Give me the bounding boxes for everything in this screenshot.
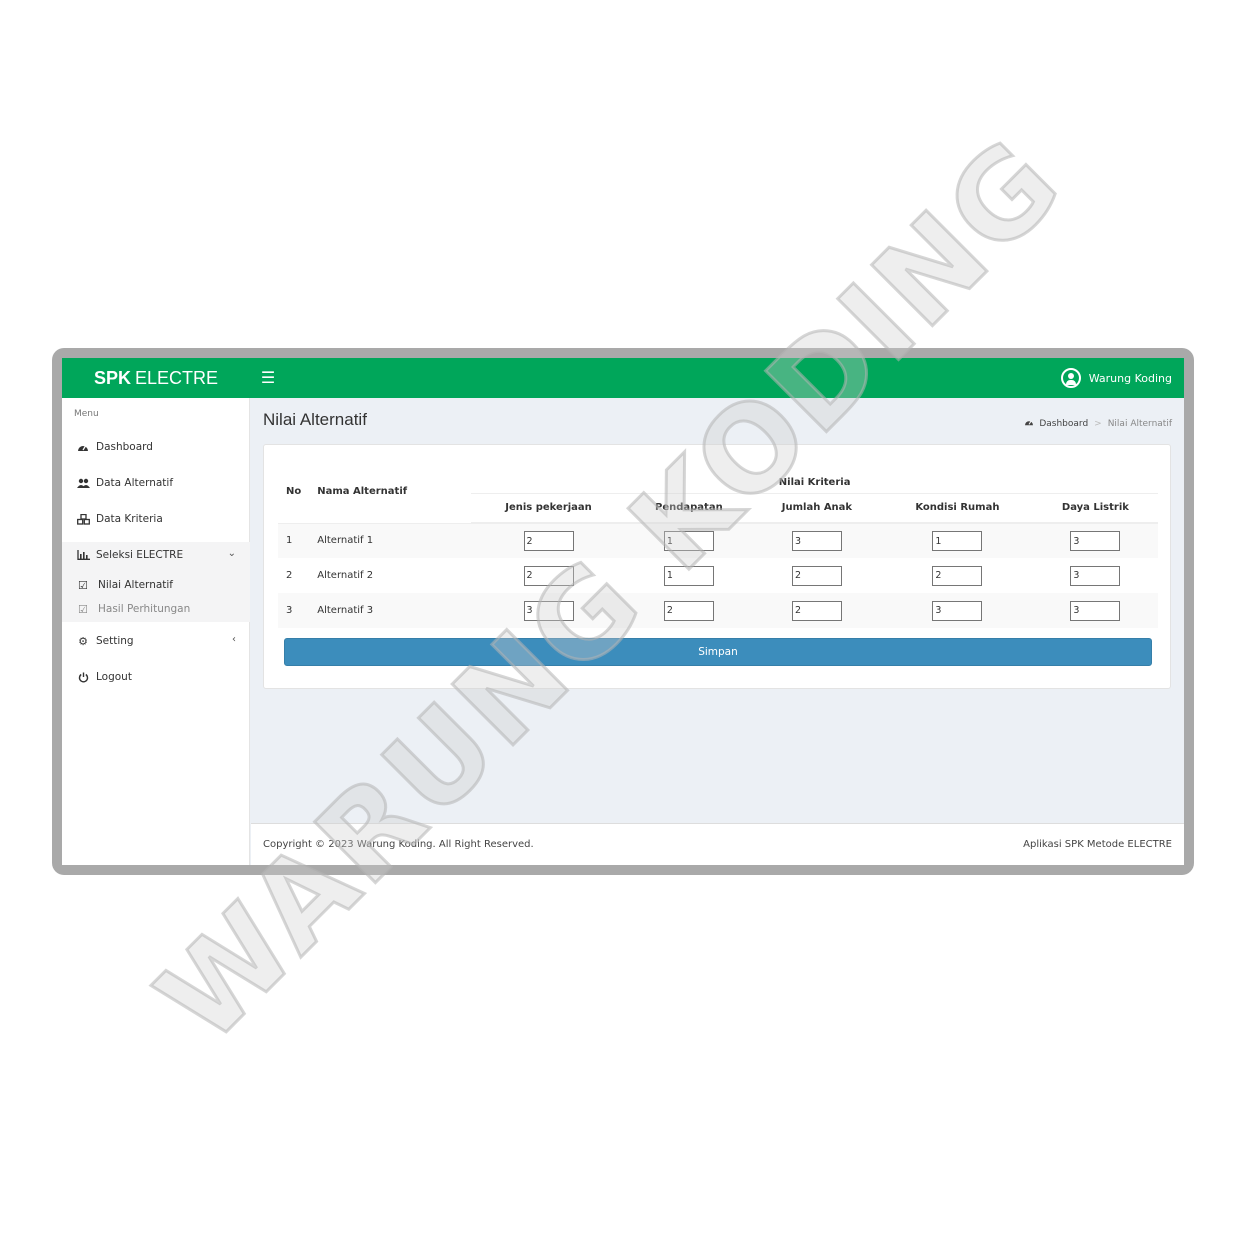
breadcrumb-separator: > (1094, 418, 1102, 429)
cell-no: 2 (286, 570, 293, 581)
value-input[interactable] (1070, 531, 1121, 551)
chevron-down-icon: ⌄ (227, 548, 236, 559)
sidebar: Menu Dashboard Data Alternatif Data Krit… (62, 398, 250, 865)
app-logo[interactable]: SPK ELECTRE (62, 358, 250, 398)
sidebar-item-data-alternatif[interactable]: Data Alternatif (62, 470, 250, 496)
cell-name: Alternatif 3 (309, 593, 472, 628)
sidebar-item-label: Data Kriteria (96, 513, 163, 525)
breadcrumb-current: Nilai Alternatif (1107, 418, 1172, 429)
chevron-left-icon: ‹ (232, 634, 236, 645)
value-input[interactable] (932, 600, 983, 621)
value-input[interactable] (523, 565, 574, 586)
top-navbar: SPK ELECTRE ☰ Warung Koding (62, 358, 1184, 398)
sidebar-item-logout[interactable]: Logout (62, 664, 250, 690)
users-icon (76, 477, 90, 489)
footer: Copyright © 2023 Warung Koding. All Righ… (251, 823, 1184, 865)
dashboard-icon (1024, 418, 1034, 429)
app-screen: SPK ELECTRE ☰ Warung Koding Menu Dashboa… (62, 358, 1184, 865)
value-input[interactable] (523, 600, 574, 621)
cell-name: Alternatif 1 (309, 523, 472, 558)
power-icon (76, 671, 90, 683)
sidebar-menu-label: Menu (74, 409, 99, 419)
bar-chart-icon (76, 549, 90, 561)
sidebar-item-label: Setting (96, 635, 134, 647)
value-input[interactable] (791, 600, 842, 621)
table-row: 3 Alternatif 3 (278, 593, 1158, 628)
save-button[interactable]: Simpan (284, 638, 1152, 666)
col-header-criteria: Jumlah Anak (751, 493, 882, 524)
form-box: No Nama Alternatif Nilai Kriteria Jenis … (263, 444, 1171, 689)
col-header-name: Nama Alternatif (309, 461, 472, 524)
col-header-group: Nilai Kriteria (471, 461, 1158, 494)
table-row: 2 Alternatif 2 (278, 558, 1158, 593)
content-area: Nilai Alternatif Dashboard > Nilai Alter… (251, 398, 1184, 823)
footer-app-name: Aplikasi SPK Metode ELECTRE (1023, 839, 1172, 850)
user-menu[interactable]: Warung Koding (1060, 367, 1172, 389)
col-header-criteria: Kondisi Rumah (881, 493, 1033, 524)
logo-bold: SPK (93, 367, 131, 388)
logo-rest: ELECTRE (134, 367, 219, 388)
footer-copyright: Copyright © 2023 Warung Koding. All Righ… (263, 839, 534, 850)
cell-no: 1 (278, 523, 310, 558)
check-square-icon: ☑ (78, 602, 88, 616)
table-row: 1 Alternatif 1 (278, 523, 1158, 558)
sidebar-item-seleksi-electre[interactable]: Seleksi ELECTRE ⌄ (62, 542, 250, 568)
alternatif-value-table: No Nama Alternatif Nilai Kriteria Jenis … (278, 461, 1158, 628)
value-input[interactable] (663, 531, 714, 551)
value-input[interactable] (791, 531, 842, 551)
sidebar-subitem-hasil-perhitungan[interactable]: ☑ Hasil Perhitungan (62, 598, 250, 620)
col-header-no: No (278, 461, 310, 524)
sidebar-subitem-label: Nilai Alternatif (98, 579, 174, 591)
sidebar-item-label: Data Alternatif (96, 477, 174, 489)
page-title: Nilai Alternatif (263, 410, 367, 429)
sidebar-item-setting[interactable]: ⚙ Setting ‹ (62, 628, 250, 654)
check-square-icon: ☑ (78, 578, 88, 592)
value-input[interactable] (1070, 565, 1121, 586)
cell-name: Alternatif 2 (317, 570, 374, 581)
sidebar-subitem-nilai-alternatif[interactable]: ☑ Nilai Alternatif (62, 574, 250, 596)
col-header-criteria: Pendapatan (625, 493, 752, 524)
sidebar-item-data-kriteria[interactable]: Data Kriteria (62, 506, 250, 532)
dashboard-icon (76, 441, 90, 453)
sidebar-subitem-label: Hasil Perhitungan (98, 603, 191, 615)
sidebar-item-label: Seleksi ELECTRE (96, 549, 184, 561)
value-input[interactable] (1070, 600, 1121, 621)
cell-no: 3 (278, 593, 310, 628)
user-name: Warung Koding (1088, 371, 1172, 385)
value-input[interactable] (791, 565, 842, 586)
sidebar-item-dashboard[interactable]: Dashboard (62, 434, 250, 460)
gear-icon: ⚙ (78, 634, 88, 648)
value-input[interactable] (663, 565, 714, 586)
sidebar-item-label: Logout (96, 671, 132, 683)
value-input[interactable] (932, 565, 983, 586)
cubes-icon (76, 513, 90, 525)
user-avatar-icon (1060, 368, 1081, 388)
value-input[interactable] (523, 531, 574, 551)
device-frame: SPK ELECTRE ☰ Warung Koding Menu Dashboa… (52, 348, 1194, 875)
sidebar-item-label: Dashboard (96, 441, 153, 453)
col-header-criteria: Daya Listrik (1032, 493, 1158, 524)
value-input[interactable] (663, 600, 714, 621)
breadcrumb-link-dashboard[interactable]: Dashboard (1039, 419, 1088, 429)
breadcrumb: Dashboard > Nilai Alternatif (1024, 418, 1172, 429)
value-input[interactable] (932, 531, 983, 551)
hamburger-icon[interactable]: ☰ (258, 367, 278, 389)
col-header-criteria: Jenis pekerjaan (471, 493, 626, 524)
